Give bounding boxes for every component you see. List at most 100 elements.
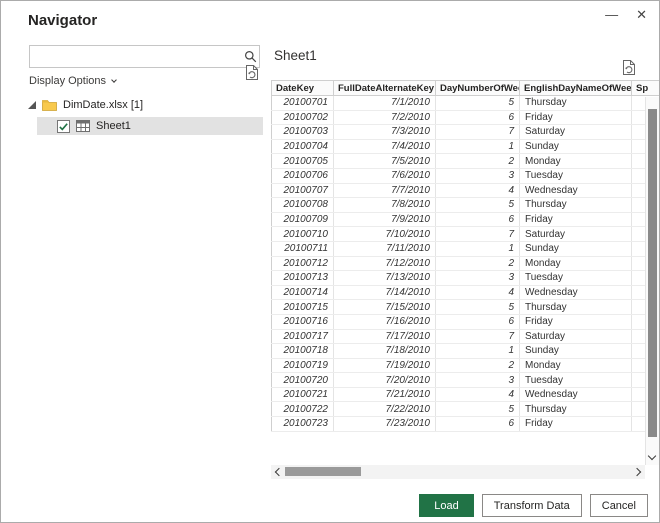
table-cell: 20100723 (271, 416, 334, 432)
table-cell: Sunday (519, 343, 632, 359)
tree-item-workbook[interactable]: DimDate.xlsx [1] (28, 96, 143, 114)
load-button[interactable]: Load (419, 494, 474, 517)
preview-title: Sheet1 (274, 48, 317, 63)
table-cell: 4 (435, 183, 520, 199)
table-cell: 3 (435, 372, 520, 388)
table-row: 20100702 7/2/2010 6 Friday (271, 110, 659, 126)
table-cell: 7/12/2010 (333, 256, 436, 272)
table-cell: Friday (519, 110, 632, 126)
table-row: 20100710 7/10/2010 7 Saturday (271, 226, 659, 242)
column-header: Sp (631, 80, 659, 96)
chevron-down-icon (111, 77, 117, 83)
table-cell: 20100721 (271, 387, 334, 403)
table-cell: 4 (435, 285, 520, 301)
table-cell: 20100711 (271, 241, 334, 257)
table-header-row: DateKey FullDateAlternateKey DayNumberOfWe… (271, 80, 659, 96)
table-cell: 7/14/2010 (333, 285, 436, 301)
table-cell: 7/19/2010 (333, 358, 436, 374)
table-row: 20100718 7/18/2010 1 Sunday (271, 343, 659, 359)
table-cell: 20100708 (271, 197, 334, 213)
folder-icon (42, 99, 57, 111)
table-cell: 7/5/2010 (333, 153, 436, 169)
table-cell: 2 (435, 256, 520, 272)
table-cell: 1 (435, 139, 520, 155)
table-cell: 5 (435, 95, 520, 111)
sheet1-checkbox[interactable] (57, 119, 70, 133)
dialog-title: Navigator (28, 12, 98, 29)
table-cell: 7/13/2010 (333, 270, 436, 286)
table-cell: Monday (519, 256, 632, 272)
table-cell: 2 (435, 153, 520, 169)
table-cell: 20100709 (271, 212, 334, 228)
table-row: 20100705 7/5/2010 2 Monday (271, 153, 659, 169)
table-cell: 7/7/2010 (333, 183, 436, 199)
table-cell: 7/10/2010 (333, 226, 436, 242)
search-icon[interactable] (241, 50, 259, 63)
table-row: 20100717 7/17/2010 7 Saturday (271, 329, 659, 345)
table-cell: 7/16/2010 (333, 314, 436, 330)
table-cell: 20100706 (271, 168, 334, 184)
table-cell: Tuesday (519, 372, 632, 388)
refresh-navigator-icon[interactable] (245, 64, 260, 81)
horizontal-scrollbar-thumb[interactable] (285, 467, 361, 476)
table-cell: 7/17/2010 (333, 329, 436, 345)
transform-data-button[interactable]: Transform Data (481, 494, 582, 517)
table-row: 20100713 7/13/2010 3 Tuesday (271, 270, 659, 286)
refresh-preview-icon[interactable] (622, 59, 637, 76)
close-button[interactable]: ✕ (636, 7, 647, 23)
table-row: 20100706 7/6/2010 3 Tuesday (271, 168, 659, 184)
table-cell: Thursday (519, 197, 632, 213)
scroll-down-icon[interactable] (647, 451, 657, 461)
table-row: 20100712 7/12/2010 2 Monday (271, 256, 659, 272)
table-cell: 6 (435, 416, 520, 432)
table-cell: 7/21/2010 (333, 387, 436, 403)
table-cell: 7 (435, 329, 520, 345)
table-cell: 20100718 (271, 343, 334, 359)
table-row: 20100709 7/9/2010 6 Friday (271, 212, 659, 228)
table-cell: Friday (519, 416, 632, 432)
vertical-scrollbar-thumb[interactable] (648, 109, 657, 437)
expand-collapse-icon[interactable] (28, 101, 36, 109)
table-cell: 20100712 (271, 256, 334, 272)
navigator-dialog: Navigator — ✕ Display Options DimDate.xl… (0, 0, 660, 523)
sheet1-label: Sheet1 (96, 120, 131, 132)
scroll-left-icon[interactable] (274, 467, 284, 477)
table-cell: Friday (519, 212, 632, 228)
search-input[interactable] (30, 46, 241, 67)
tree-item-sheet1[interactable]: Sheet1 (37, 117, 263, 135)
table-cell: 7 (435, 124, 520, 140)
table-cell: 7/8/2010 (333, 197, 436, 213)
table-cell: 7/9/2010 (333, 212, 436, 228)
table-cell: 20100720 (271, 372, 334, 388)
table-cell: 7/11/2010 (333, 241, 436, 257)
display-options-label: Display Options (29, 75, 107, 87)
table-cell: 7/2/2010 (333, 110, 436, 126)
table-cell: 5 (435, 401, 520, 418)
table-cell: Sunday (519, 241, 632, 257)
table-cell: 7/23/2010 (333, 416, 436, 432)
table-cell: 20100703 (271, 124, 334, 140)
sheet-icon (76, 120, 90, 132)
table-row: 20100720 7/20/2010 3 Tuesday (271, 372, 659, 388)
vertical-scrollbar[interactable] (645, 97, 659, 465)
column-header: DayNumberOfWeek (435, 80, 520, 96)
table-cell: Saturday (519, 226, 632, 242)
horizontal-scrollbar[interactable] (271, 465, 645, 479)
preview-table: DateKey FullDateAlternateKey DayNumberOfWe… (271, 80, 659, 432)
table-cell: 20100722 (271, 401, 334, 418)
table-row: 20100704 7/4/2010 1 Sunday (271, 139, 659, 155)
table-cell: 20100716 (271, 314, 334, 330)
display-options-dropdown[interactable]: Display Options (29, 75, 117, 87)
table-cell: 20100702 (271, 110, 334, 126)
table-cell: Thursday (519, 401, 632, 418)
table-cell: 20100701 (271, 95, 334, 111)
minimize-button[interactable]: — (605, 7, 618, 23)
search-box[interactable] (29, 45, 260, 68)
table-cell: Wednesday (519, 285, 632, 301)
table-row: 20100722 7/22/2010 5 Thursday (271, 401, 659, 418)
table-row: 20100707 7/7/2010 4 Wednesday (271, 183, 659, 199)
cancel-button[interactable]: Cancel (589, 494, 648, 517)
scroll-right-icon[interactable] (632, 467, 642, 477)
table-cell: 20100710 (271, 226, 334, 242)
table-row: 20100711 7/11/2010 1 Sunday (271, 241, 659, 257)
